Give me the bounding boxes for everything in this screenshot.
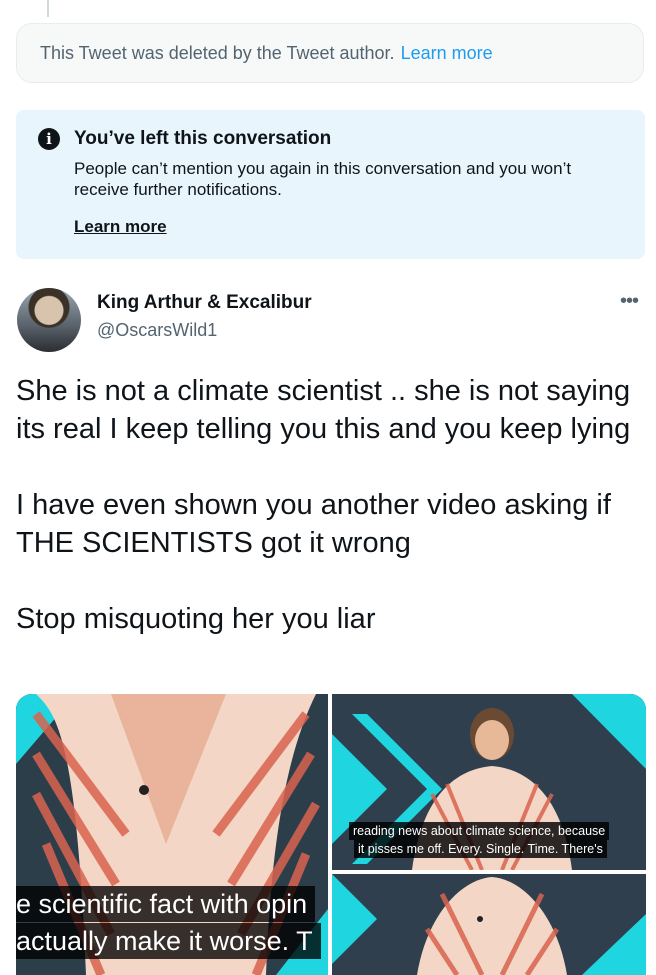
deleted-tweet-notice: This Tweet was deleted by the Tweet auth… [16, 23, 644, 83]
notice-description: People can’t mention you again in this c… [74, 159, 572, 199]
video-caption-line: e scientific fact with opin [16, 886, 316, 922]
info-icon: i [38, 128, 60, 150]
left-conversation-notice: i You’ve left this conversation People c… [16, 110, 645, 259]
video-caption-line: reading news about climate science, beca… [349, 822, 610, 840]
video-caption-line: it pisses me off. Every. Single. Time. T… [354, 840, 607, 858]
media-image-right-bottom[interactable] [332, 874, 646, 975]
deleted-tweet-text: This Tweet was deleted by the Tweet auth… [40, 42, 395, 63]
more-options-icon[interactable]: ••• [620, 290, 639, 313]
tweet-paragraph: She is not a climate scientist .. she is… [16, 375, 631, 445]
media-grid[interactable]: e scientific fact with opin actually mak… [16, 694, 646, 975]
video-caption-line: actually make it worse. T [16, 923, 321, 959]
tweet-text: She is not a climate scientist .. she is… [16, 372, 646, 638]
thread-connector-line [47, 0, 49, 17]
tweet-paragraph: Stop misquoting her you liar [16, 603, 376, 635]
author-handle[interactable]: @OscarsWild1 [97, 320, 217, 341]
notice-title: You’ve left this conversation [74, 128, 332, 149]
notice-learn-more-link[interactable]: Learn more [74, 217, 167, 237]
tweet-paragraph: I have even shown you another video aski… [16, 489, 611, 559]
media-image-left[interactable]: e scientific fact with opin actually mak… [16, 694, 328, 975]
media-image-right-top[interactable]: reading news about climate science, beca… [332, 694, 646, 870]
author-name[interactable]: King Arthur & Excalibur [97, 292, 312, 314]
avatar[interactable] [17, 288, 81, 352]
deleted-learn-more-link[interactable]: Learn more [401, 43, 493, 64]
